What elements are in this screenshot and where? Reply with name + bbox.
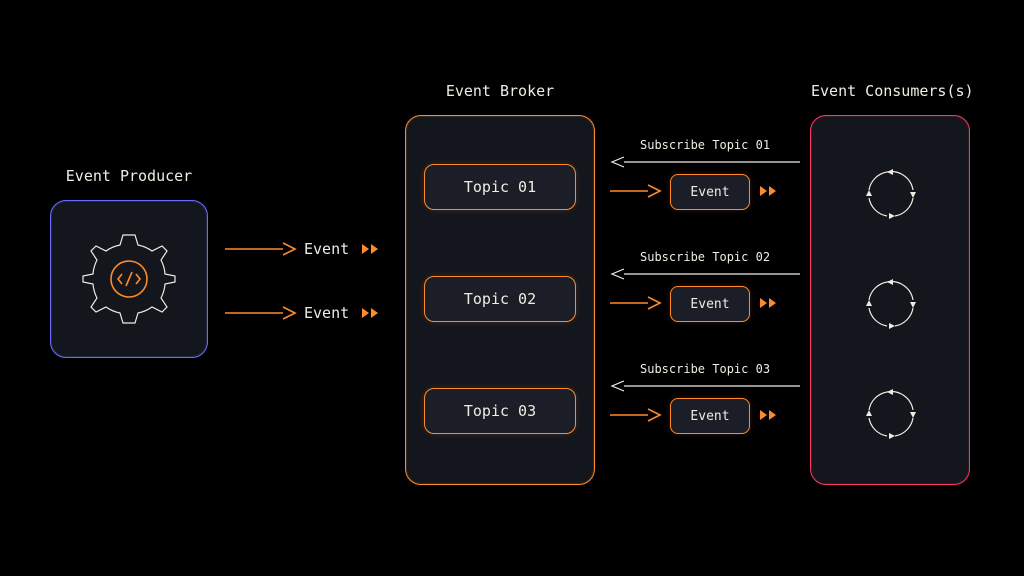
event-pill: Event	[670, 398, 750, 434]
forward-icon	[760, 298, 776, 308]
arrow-right-icon	[610, 295, 660, 311]
topic-02: Topic 02	[424, 276, 576, 322]
topic-01-label: Topic 01	[464, 178, 536, 196]
event-pill-label: Event	[690, 185, 729, 200]
event-pill: Event	[670, 174, 750, 210]
arrow-right-icon	[225, 305, 295, 321]
event-pill-label: Event	[690, 297, 729, 312]
broker-title: Event Broker	[406, 82, 594, 100]
event-consumers-panel: Event Consumers(s)	[810, 115, 970, 485]
producer-title: Event Producer	[51, 167, 207, 185]
subscribe-label: Subscribe Topic 02	[640, 250, 770, 264]
topic-02-label: Topic 02	[464, 290, 536, 308]
event-label: Event	[304, 304, 349, 322]
forward-icon	[760, 410, 776, 420]
topic-03: Topic 03	[424, 388, 576, 434]
subscribe-label: Subscribe Topic 03	[640, 362, 770, 376]
forward-icon	[760, 186, 776, 196]
event-producer-panel: Event Producer	[50, 200, 208, 358]
topic-03-label: Topic 03	[464, 402, 536, 420]
subscribe-label: Subscribe Topic 01	[640, 138, 770, 152]
arrow-left-icon	[610, 268, 800, 280]
arrow-left-icon	[610, 156, 800, 168]
gear-icon	[51, 201, 207, 357]
cycle-icon	[861, 164, 921, 228]
cycle-icon	[861, 274, 921, 338]
topic-01: Topic 01	[424, 164, 576, 210]
forward-icon	[362, 244, 378, 254]
forward-icon	[362, 308, 378, 318]
consumers-title: Event Consumers(s)	[811, 82, 969, 100]
event-label: Event	[304, 240, 349, 258]
arrow-right-icon	[225, 241, 295, 257]
arrow-right-icon	[610, 183, 660, 199]
arrow-left-icon	[610, 380, 800, 392]
event-pill-label: Event	[690, 409, 729, 424]
cycle-icon	[861, 384, 921, 448]
event-broker-panel: Event Broker Topic 01 Topic 02 Topic 03	[405, 115, 595, 485]
diagram-stage: Event Producer Event Broker To	[0, 0, 1024, 576]
event-pill: Event	[670, 286, 750, 322]
arrow-right-icon	[610, 407, 660, 423]
